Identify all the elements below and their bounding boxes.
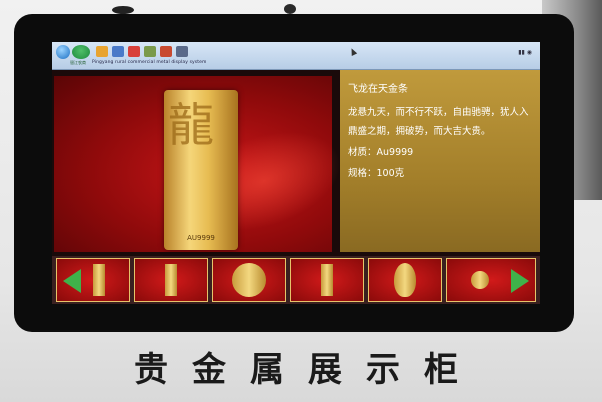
window-icon[interactable] <box>176 46 188 57</box>
bank-logo-icon[interactable] <box>72 45 90 59</box>
windows-start-icon[interactable] <box>56 45 70 59</box>
product-info-panel: 飞龙在天金条 龙悬九天，而不行不跃，自由驰骋，犹人入鼎盛之期，拥破势，而大吉大贵… <box>340 70 540 252</box>
product-display: 龍 AU9999 飞龙在天金条 龙悬九天，而不行不跃，自由驰骋，犹人入鼎盛之期，… <box>52 70 540 252</box>
app-icon[interactable] <box>160 46 172 57</box>
thumbnail-strip <box>52 256 540 304</box>
gold-bar-image[interactable]: 龍 AU9999 <box>164 90 238 250</box>
display-screen: 银江农商 Pingyang rural commercial metal dis… <box>52 42 540 304</box>
thumbnail-gold-bar <box>165 264 177 296</box>
thumbnail-gold-ornament <box>471 271 490 289</box>
product-material: 材质：Au9999 <box>348 147 414 158</box>
product-image-panel: 龍 AU9999 <box>54 76 354 252</box>
bar-purity-stamp: AU9999 <box>187 234 215 242</box>
taskbar: 银江农商 Pingyang rural commercial metal dis… <box>52 42 540 70</box>
media-icon[interactable] <box>112 46 124 57</box>
product-title: 飞龙在天金条 <box>348 84 408 95</box>
thumbnail-gold-coin <box>232 263 266 297</box>
thumbnail-2[interactable] <box>134 258 208 302</box>
folder-icon[interactable] <box>96 46 108 57</box>
thumbnail-1[interactable] <box>56 258 130 302</box>
thumbnail-gold-bar <box>92 264 105 296</box>
dragon-engraving-icon: 龍 <box>168 98 214 152</box>
thumbnail-5[interactable] <box>368 258 442 302</box>
prev-arrow-icon[interactable] <box>63 269 81 293</box>
app-title: Pingyang rural commercial metal display … <box>92 60 207 65</box>
product-spec: 规格：100克 <box>348 168 405 179</box>
thumbnail-gold-bar <box>321 264 333 296</box>
sensor-dot <box>284 4 296 14</box>
thumbnail-4[interactable] <box>290 258 364 302</box>
bank-logo-label: 银江农商 <box>70 60 86 65</box>
chrome-icon[interactable] <box>128 46 140 57</box>
tool-icon[interactable] <box>144 46 156 57</box>
thumbnail-gold-gourd <box>394 263 416 297</box>
mouse-cursor-icon <box>348 47 358 56</box>
cabinet-caption: 贵金属展示柜 <box>134 350 482 390</box>
camera-lens <box>112 6 134 14</box>
thumbnail-6[interactable] <box>446 258 536 302</box>
product-description: 龙悬九天，而不行不跃，自由驰骋，犹人入鼎盛之期，拥破势，而大吉大贵。 <box>348 107 529 137</box>
thumbnail-3[interactable] <box>212 258 286 302</box>
kiosk-frame: 银江农商 Pingyang rural commercial metal dis… <box>0 0 602 402</box>
system-tray[interactable]: ▮▮ ◉ <box>518 49 532 56</box>
next-arrow-icon[interactable] <box>511 269 529 293</box>
